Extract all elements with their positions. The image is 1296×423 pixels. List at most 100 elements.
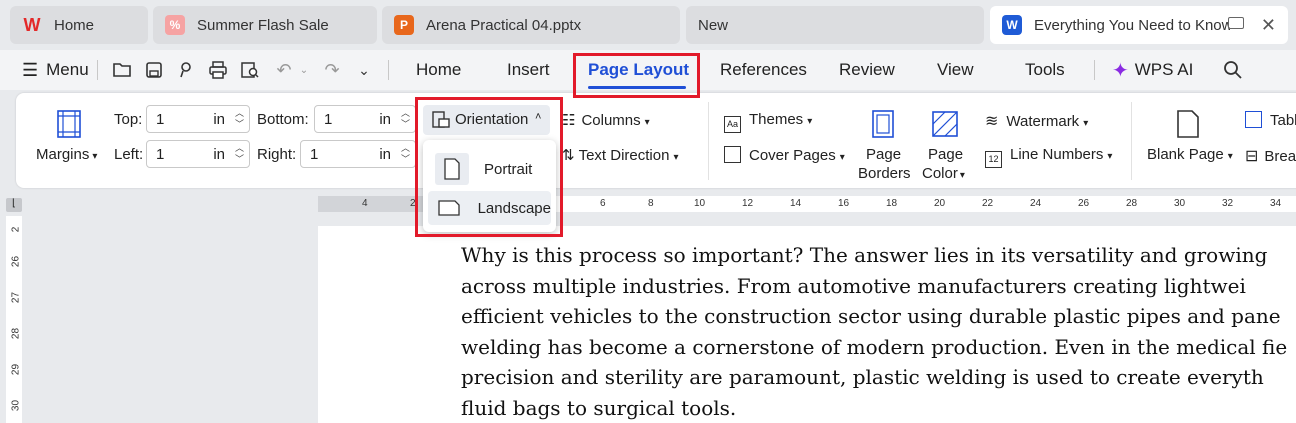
chevron-down-icon: ▾ xyxy=(1227,151,1233,162)
tab-home[interactable]: Home xyxy=(416,50,461,90)
ruler-number: 4 xyxy=(362,198,368,209)
divider xyxy=(388,60,389,80)
tab-summer-flash-sale[interactable]: % Summer Flash Sale xyxy=(153,6,377,44)
blank-page-label: Blank Page xyxy=(1147,146,1224,163)
ruler-number: 30 xyxy=(1174,198,1186,209)
page-color-icon[interactable] xyxy=(931,110,959,138)
table-button[interactable]: Tabl xyxy=(1245,111,1296,129)
tab-review[interactable]: Review xyxy=(839,50,895,90)
ruler-number: 14 xyxy=(790,198,802,209)
columns-icon: ☷ xyxy=(562,112,576,129)
themes-button[interactable]: Aa Themes ▾ xyxy=(724,111,812,133)
page-color-label-1[interactable]: Page xyxy=(928,146,963,163)
redo-icon[interactable]: ↷ xyxy=(322,60,342,80)
orientation-landscape[interactable]: Landscape xyxy=(428,191,551,225)
open-folder-icon[interactable] xyxy=(112,60,132,80)
vertical-ruler[interactable]: 2 26 27 28 29 30 xyxy=(6,216,22,423)
menu-label: Menu xyxy=(46,60,89,79)
landscape-icon xyxy=(435,192,463,224)
margins-label: Margins xyxy=(36,146,90,163)
tab-page-layout[interactable]: Page Layout xyxy=(588,50,689,90)
print-preview-icon[interactable] xyxy=(240,60,260,80)
chevron-down-icon: ▾ xyxy=(1083,118,1089,129)
tab-insert[interactable]: Insert xyxy=(507,50,550,90)
text-direction-button[interactable]: ⇅ Text Direction ▾ xyxy=(562,146,678,164)
themes-label: Themes xyxy=(749,111,804,128)
document-body[interactable]: Why is this process so important? The an… xyxy=(461,240,1296,423)
close-tab-icon[interactable]: ✕ xyxy=(1261,15,1276,36)
menu-button[interactable]: ☰ Menu xyxy=(22,50,89,90)
ruler-number: 28 xyxy=(1126,198,1138,209)
chevron-down-icon: ▾ xyxy=(807,116,813,127)
undo-icon[interactable]: ↶ xyxy=(274,60,294,80)
undo-dropdown-icon[interactable]: ⌄ xyxy=(294,60,314,80)
tab-new[interactable]: New xyxy=(686,6,984,44)
word-doc-icon: W xyxy=(1002,15,1022,35)
page-borders-label-2[interactable]: Borders xyxy=(858,165,911,182)
active-tab-indicator xyxy=(588,86,686,89)
left-margin-label: Left: xyxy=(114,146,144,163)
text-line: efficient vehicles to the construction s… xyxy=(461,304,1281,328)
portrait-label: Portrait xyxy=(484,160,533,178)
left-margin-input[interactable]: 1 in ︿ ﹀ xyxy=(146,140,250,168)
top-margin-input[interactable]: 1 in ︿ ﹀ xyxy=(146,105,250,133)
ruler-number: 8 xyxy=(648,198,654,209)
table-label: Tabl xyxy=(1270,112,1296,129)
spinner-arrows-icon[interactable]: ︿ ﹀ xyxy=(235,108,244,130)
wps-ai-label: WPS AI xyxy=(1134,60,1194,79)
orientation-portrait[interactable]: Portrait xyxy=(428,152,551,186)
columns-button[interactable]: ☷ Columns ▾ xyxy=(562,111,650,129)
ruler-tab-selector[interactable]: ⌊ xyxy=(6,198,22,212)
monitor-icon[interactable] xyxy=(1228,17,1244,29)
margins-icon[interactable] xyxy=(56,110,82,138)
share-icon[interactable] xyxy=(176,60,196,80)
tab-everything-you-need[interactable]: W Everything You Need to Know ✕ xyxy=(990,6,1288,44)
tab-references[interactable]: References xyxy=(720,50,807,90)
search-icon[interactable] xyxy=(1223,60,1243,80)
text-line: welding has become a cornerstone of mode… xyxy=(461,334,1288,359)
chevron-down-icon: ▾ xyxy=(644,117,650,128)
ruler-number: 10 xyxy=(694,198,706,209)
watermark-icon: ≋ xyxy=(985,113,999,130)
spinner-arrows-icon[interactable]: ︿ ﹀ xyxy=(401,108,410,130)
bottom-margin-label: Bottom: xyxy=(257,111,309,128)
right-margin-input[interactable]: 1 in ︿ ﹀ xyxy=(300,140,416,168)
line-numbers-button[interactable]: 12 Line Numbers ▾ xyxy=(985,146,1112,168)
sale-tag-icon: % xyxy=(165,15,185,35)
spinner-arrows-icon[interactable]: ︿ ﹀ xyxy=(235,143,244,165)
wps-ai-button[interactable]: ✦ WPS AI xyxy=(1112,50,1193,90)
tab-home[interactable]: W Home xyxy=(10,6,148,44)
tab-view[interactable]: View xyxy=(937,50,974,90)
ribbon-divider xyxy=(708,102,709,180)
document-page[interactable]: Why is this process so important? The an… xyxy=(318,226,1296,423)
page-color-button[interactable]: Color ▾ xyxy=(922,165,965,182)
chevron-down-icon: ▾ xyxy=(1107,151,1113,162)
ruler-number: 28 xyxy=(10,327,22,340)
more-chevron-icon[interactable]: ⌄ xyxy=(354,60,374,80)
breaks-button[interactable]: ⊟ Brea xyxy=(1245,146,1296,166)
page-borders-icon[interactable] xyxy=(870,110,896,138)
bottom-margin-input[interactable]: 1 in ︿ ﹀ xyxy=(314,105,416,133)
watermark-button[interactable]: ≋ Watermark ▾ xyxy=(985,111,1088,131)
ribbon-divider xyxy=(1131,102,1132,180)
tab-arena-practical[interactable]: P Arena Practical 04.pptx xyxy=(382,6,680,44)
save-icon[interactable] xyxy=(144,60,164,80)
right-margin-value: 1 xyxy=(310,146,319,163)
chevron-down-icon: ▾ xyxy=(959,170,965,181)
page-borders-label-1[interactable]: Page xyxy=(866,146,901,163)
tab-tools[interactable]: Tools xyxy=(1025,50,1065,90)
margins-button[interactable]: Margins ▾ xyxy=(36,146,97,163)
top-margin-label: Top: xyxy=(114,111,143,128)
ruler-number: 26 xyxy=(1078,198,1090,209)
blank-page-icon[interactable] xyxy=(1175,110,1201,138)
orientation-button[interactable]: Orientation ˄ xyxy=(423,105,550,135)
blank-page-button[interactable]: Blank Page ▾ xyxy=(1147,146,1233,163)
print-icon[interactable] xyxy=(208,60,228,80)
orientation-label: Orientation xyxy=(455,111,529,128)
tab-label: New xyxy=(698,16,729,34)
top-margin-value: 1 xyxy=(156,111,165,128)
cover-pages-button[interactable]: Cover Pages ▾ xyxy=(724,146,845,164)
spinner-arrows-icon[interactable]: ︿ ﹀ xyxy=(401,143,410,165)
ruler-number: 12 xyxy=(742,198,754,209)
landscape-label: Landscape xyxy=(477,199,551,217)
